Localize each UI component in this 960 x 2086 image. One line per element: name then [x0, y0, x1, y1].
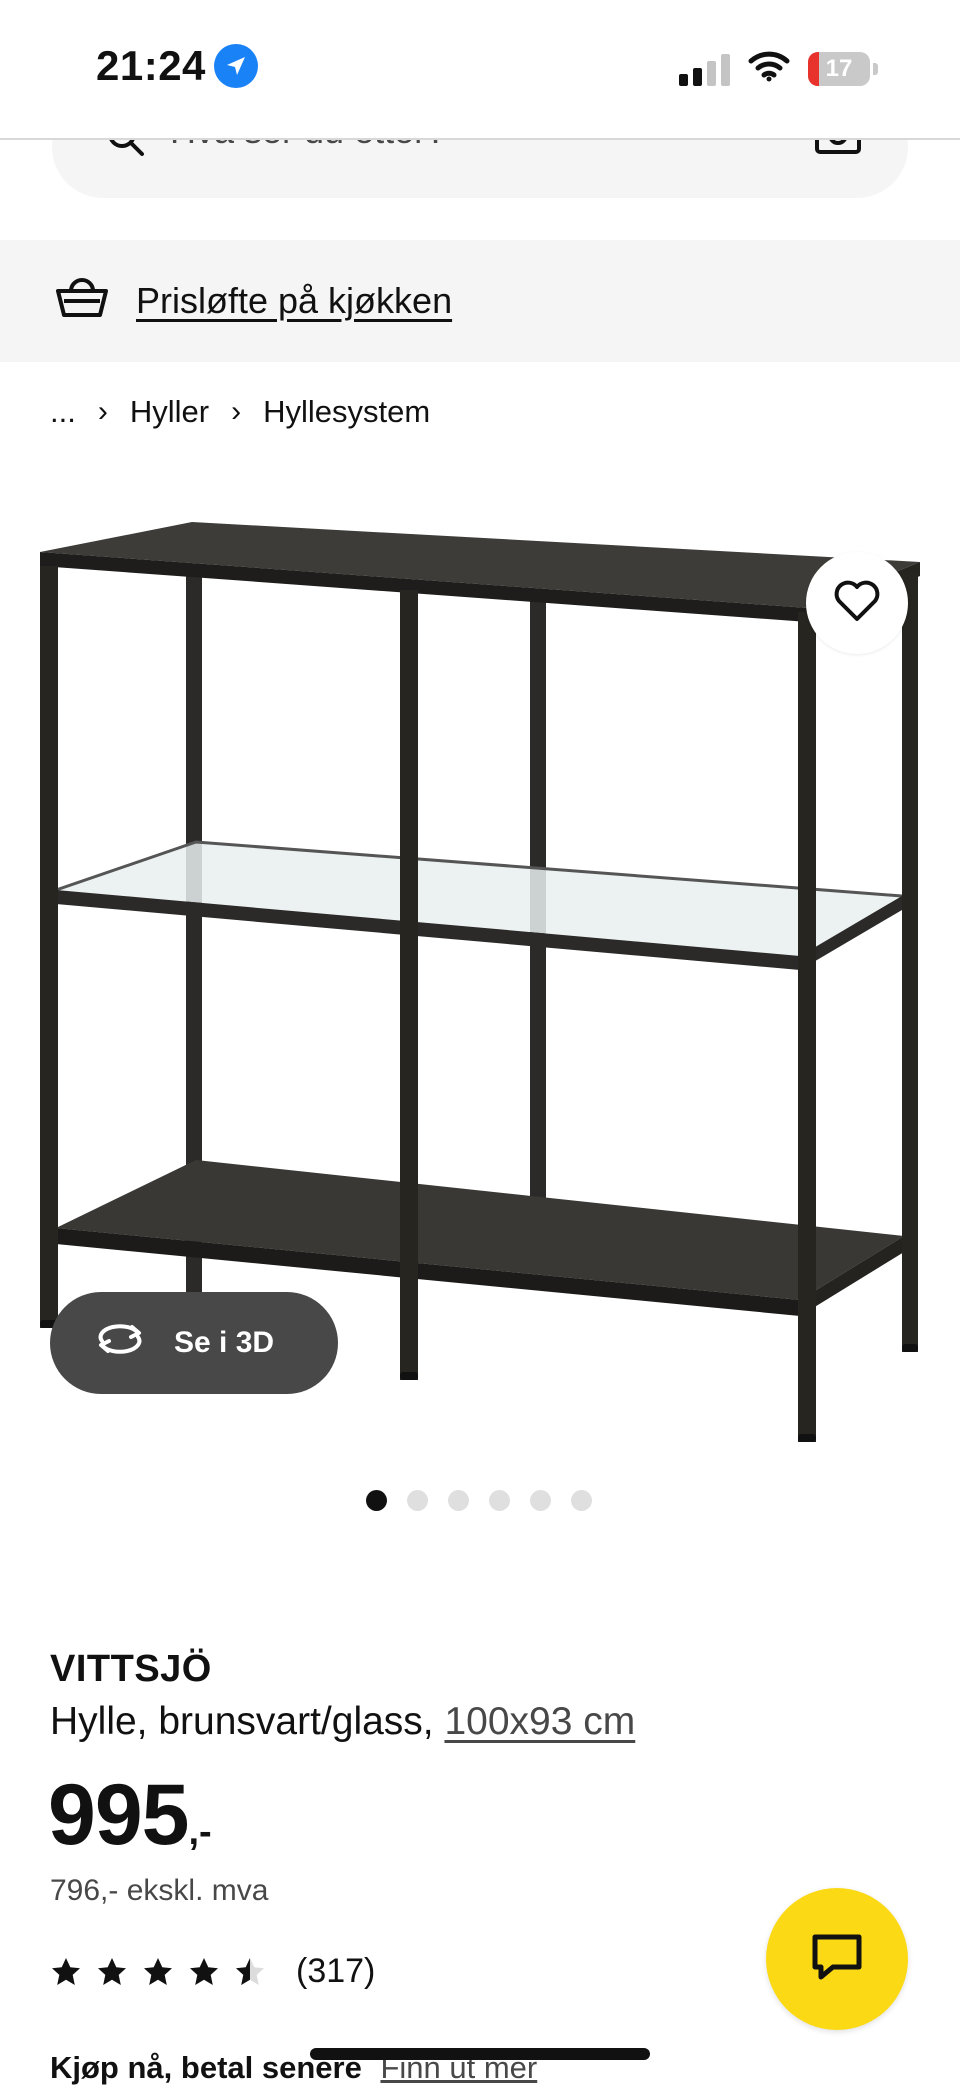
product-size-link[interactable]: 100x93 cm — [444, 1700, 635, 1743]
carousel-dot[interactable] — [571, 1490, 592, 1511]
battery-icon: 17 — [808, 51, 878, 86]
wifi-icon — [748, 50, 790, 87]
star-full-icon — [98, 1957, 126, 1985]
chat-bubble-icon — [809, 1931, 865, 1988]
carousel-dot[interactable] — [530, 1490, 551, 1511]
product-description-text: Hylle, brunsvart/glass, — [50, 1700, 434, 1743]
breadcrumb-item-hyller[interactable]: Hyller — [130, 394, 209, 430]
rating-stars — [50, 1956, 266, 1988]
price-suffix: ,- — [188, 1811, 212, 1853]
cellular-signal-icon — [679, 52, 730, 86]
heart-icon — [833, 579, 881, 628]
status-time-group: 21:24 — [96, 42, 258, 90]
status-indicators: 17 — [679, 50, 878, 87]
location-arrow-icon — [213, 44, 258, 88]
product-name: VITTSJÖ — [50, 1648, 212, 1690]
view-3d-label: Se i 3D — [174, 1326, 275, 1359]
product-price: 995 ,- — [48, 1766, 212, 1865]
chevron-right-icon: › — [231, 395, 242, 428]
home-indicator[interactable] — [310, 2048, 650, 2060]
status-bar: 21:24 17 — [0, 0, 960, 140]
star-full-icon — [190, 1957, 218, 1985]
chevron-right-icon: › — [97, 395, 108, 428]
promo-banner[interactable]: Prisløfte på kjøkken — [0, 240, 960, 362]
star-full-icon — [52, 1957, 80, 1985]
carousel-dot[interactable] — [366, 1490, 387, 1511]
price-amount: 995 — [48, 1767, 189, 1863]
chat-button[interactable] — [766, 1888, 908, 2030]
image-carousel-dots — [366, 1490, 592, 1511]
star-half-icon — [236, 1957, 264, 1985]
breadcrumb-ellipsis[interactable]: ... — [50, 394, 76, 430]
product-rating[interactable]: (317) — [50, 1952, 375, 1991]
carousel-dot[interactable] — [407, 1490, 428, 1511]
view-3d-button[interactable]: Se i 3D — [50, 1292, 338, 1394]
carousel-dot[interactable] — [448, 1490, 469, 1511]
status-time: 21:24 — [96, 42, 206, 89]
product-description: Hylle, brunsvart/glass, 100x93 cm — [50, 1700, 635, 1744]
carousel-dot[interactable] — [489, 1490, 510, 1511]
price-excl-vat: 796,- ekskl. mva — [50, 1874, 269, 1907]
star-full-icon — [144, 1957, 172, 1985]
basket-icon — [54, 277, 110, 326]
favorite-button[interactable] — [806, 552, 908, 654]
rating-count: (317) — [296, 1952, 376, 1990]
rotate-3d-icon — [94, 1321, 146, 1365]
breadcrumb-item-hyllesystem[interactable]: Hyllesystem — [263, 394, 430, 430]
promo-link[interactable]: Prisløfte på kjøkken — [136, 280, 452, 322]
breadcrumb: ... › Hyller › Hyllesystem — [50, 394, 430, 430]
battery-level-text: 17 — [825, 54, 853, 82]
battery-level-fill — [808, 51, 819, 86]
